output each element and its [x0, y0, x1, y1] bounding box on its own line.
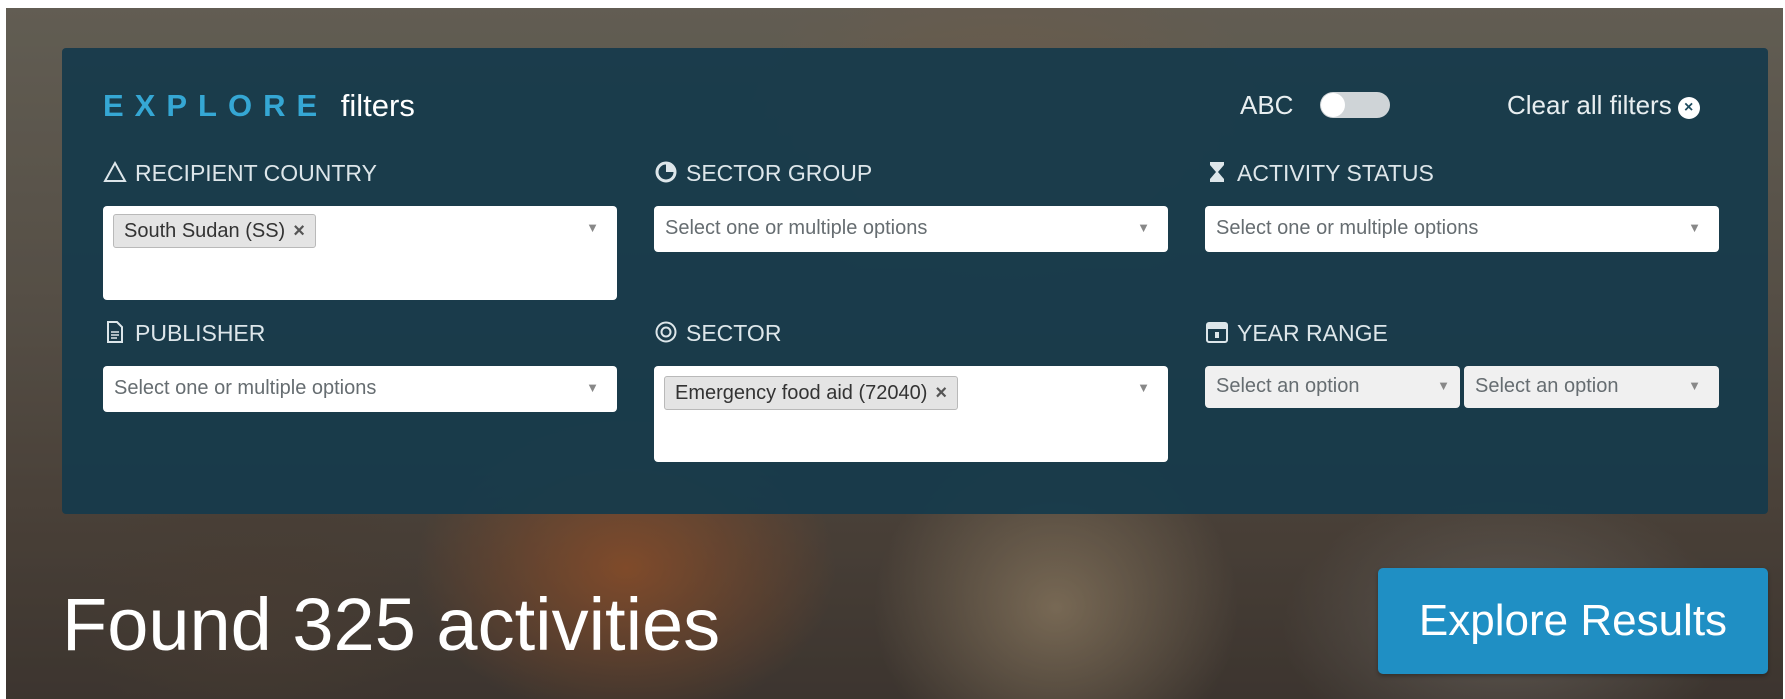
select-placeholder: Select one or multiple options [114, 377, 377, 399]
toggle-label: ABC [1240, 90, 1294, 120]
publisher-label: PUBLISHER [103, 320, 265, 347]
year-to-select[interactable]: Select an option ▼ [1464, 366, 1719, 408]
recipient-country-label: RECIPIENT COUNTRY [103, 160, 377, 187]
selected-tag: Emergency food aid (72040) × [664, 376, 959, 410]
chevron-down-icon[interactable]: ▼ [1137, 380, 1150, 395]
select-placeholder: Select an option [1216, 375, 1360, 397]
select-placeholder: Select one or multiple options [1216, 217, 1479, 239]
clear-all-filters-button[interactable]: Clear all filters × [1507, 90, 1700, 121]
activity-status-select[interactable]: Select one or multiple options ▼ [1205, 206, 1719, 252]
pie-chart-icon [655, 161, 677, 183]
filters-panel: EXPLORE filters ABC Clear all filters × R… [62, 48, 1768, 514]
chevron-down-icon[interactable]: ▼ [1688, 220, 1701, 235]
sector-select[interactable]: Emergency food aid (72040) × ▼ [654, 366, 1168, 462]
abc-toggle[interactable] [1320, 92, 1390, 118]
triangle-icon [103, 160, 127, 182]
chevron-down-icon[interactable]: ▼ [586, 380, 599, 395]
remove-tag-icon[interactable]: × [935, 382, 947, 404]
publisher-select[interactable]: Select one or multiple options ▼ [103, 366, 617, 412]
select-placeholder: Select an option [1475, 375, 1619, 397]
remove-tag-icon[interactable]: × [293, 220, 305, 242]
recipient-country-select[interactable]: South Sudan (SS) × ▼ [103, 206, 617, 300]
title-accent: EXPLORE [103, 88, 329, 123]
year-from-select[interactable]: Select an option ▼ [1205, 366, 1460, 408]
title-rest: filters [340, 88, 415, 123]
explore-results-button[interactable]: Explore Results [1378, 568, 1768, 674]
clear-all-label: Clear all filters [1507, 90, 1672, 120]
sector-group-label: SECTOR GROUP [654, 160, 872, 187]
document-icon [107, 321, 123, 343]
chevron-down-icon[interactable]: ▼ [586, 220, 599, 235]
sector-label: SECTOR [654, 320, 781, 347]
chevron-down-icon[interactable]: ▼ [1688, 378, 1701, 393]
chevron-down-icon[interactable]: ▼ [1137, 220, 1150, 235]
year-range-label: YEAR RANGE [1205, 320, 1388, 347]
select-placeholder: Select one or multiple options [665, 217, 928, 239]
calendar-icon [1206, 322, 1228, 343]
hourglass-icon [1210, 162, 1224, 182]
selected-tag: South Sudan (SS) × [113, 214, 316, 248]
activity-status-label: ACTIVITY STATUS [1205, 160, 1434, 187]
target-icon [655, 321, 677, 343]
clear-icon: × [1677, 97, 1700, 119]
chevron-down-icon[interactable]: ▼ [1437, 378, 1450, 393]
panel-title: EXPLORE filters [103, 88, 415, 124]
results-count: Found 325 activities [62, 583, 721, 666]
toggle-knob [1321, 93, 1345, 117]
sector-group-select[interactable]: Select one or multiple options ▼ [654, 206, 1168, 252]
